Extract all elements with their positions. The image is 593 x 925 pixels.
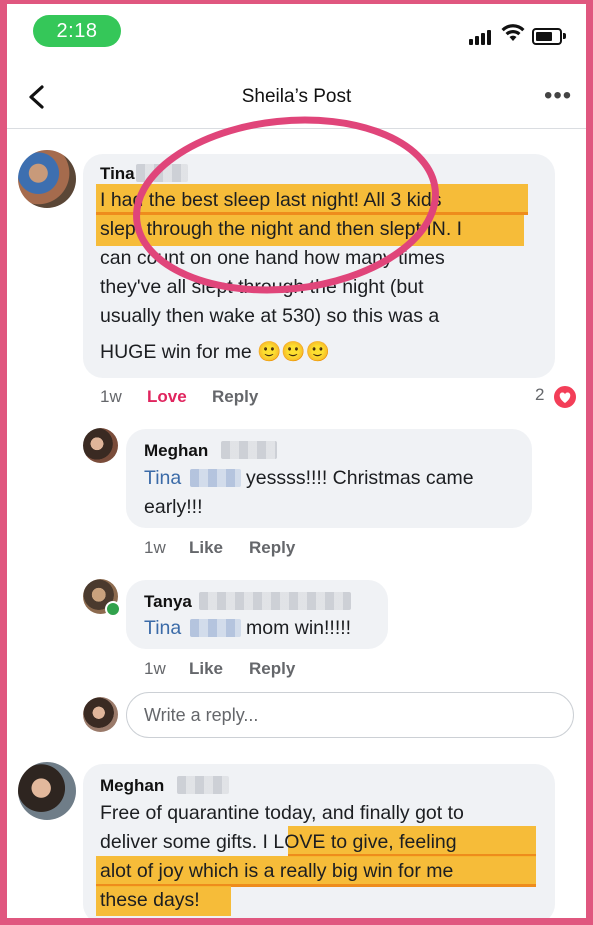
reply-button[interactable]: Reply [249, 659, 295, 679]
more-icon[interactable]: ••• [544, 84, 572, 108]
reply-button[interactable]: Reply [249, 538, 295, 558]
avatar[interactable] [18, 150, 76, 208]
love-reaction-button[interactable]: Love [147, 387, 187, 407]
avatar[interactable] [18, 762, 76, 820]
current-user-avatar [83, 697, 118, 732]
status-time: 2:18 [33, 15, 121, 47]
comment-text-line: HUGE win for me 🙂🙂🙂 [100, 341, 330, 363]
comment-time: 1w [100, 387, 122, 406]
comment-text-line: mom win!!!!! [246, 617, 352, 639]
signal-icon [469, 27, 493, 45]
mention-link[interactable]: Tina [144, 614, 181, 643]
redacted-name [190, 619, 241, 637]
comment-text-line: these days! [100, 889, 200, 911]
comment-text-line: deliver some gifts. I LOVE to give, feel… [100, 831, 457, 853]
phone-screen: 2:18 Sheila’s Post ••• Tina I had the be… [7, 4, 586, 918]
battery-icon [532, 28, 562, 45]
comment-time: 1w [144, 659, 166, 678]
redacted-name [190, 469, 241, 487]
mention-link[interactable]: Tina [144, 464, 181, 493]
comment-author[interactable]: Tanya [144, 592, 192, 612]
wifi-icon [501, 24, 525, 41]
comment-author[interactable]: Meghan [100, 776, 164, 796]
comment-author[interactable]: Meghan [144, 441, 208, 461]
like-button[interactable]: Like [189, 538, 223, 558]
reply-button[interactable]: Reply [212, 387, 258, 407]
redacted-name [221, 441, 277, 459]
reply-input[interactable]: Write a reply... [126, 692, 574, 738]
avatar[interactable] [83, 428, 118, 463]
comment-text-line: yessss!!!! Christmas came [246, 467, 474, 489]
annotation-circle [133, 116, 439, 294]
online-status-indicator [105, 601, 121, 617]
comment-time: 1w [144, 538, 166, 557]
redacted-name [199, 592, 351, 610]
comment-text-line: early!!! [144, 496, 203, 518]
comment-text-line: alot of joy which is a really big win fo… [100, 860, 454, 882]
battery-tip [563, 33, 566, 39]
heart-icon[interactable] [552, 384, 578, 410]
comment-text-line: Free of quarantine today, and finally go… [100, 802, 464, 824]
like-button[interactable]: Like [189, 659, 223, 679]
redacted-name [177, 776, 229, 794]
reaction-count[interactable]: 2 [535, 385, 544, 405]
